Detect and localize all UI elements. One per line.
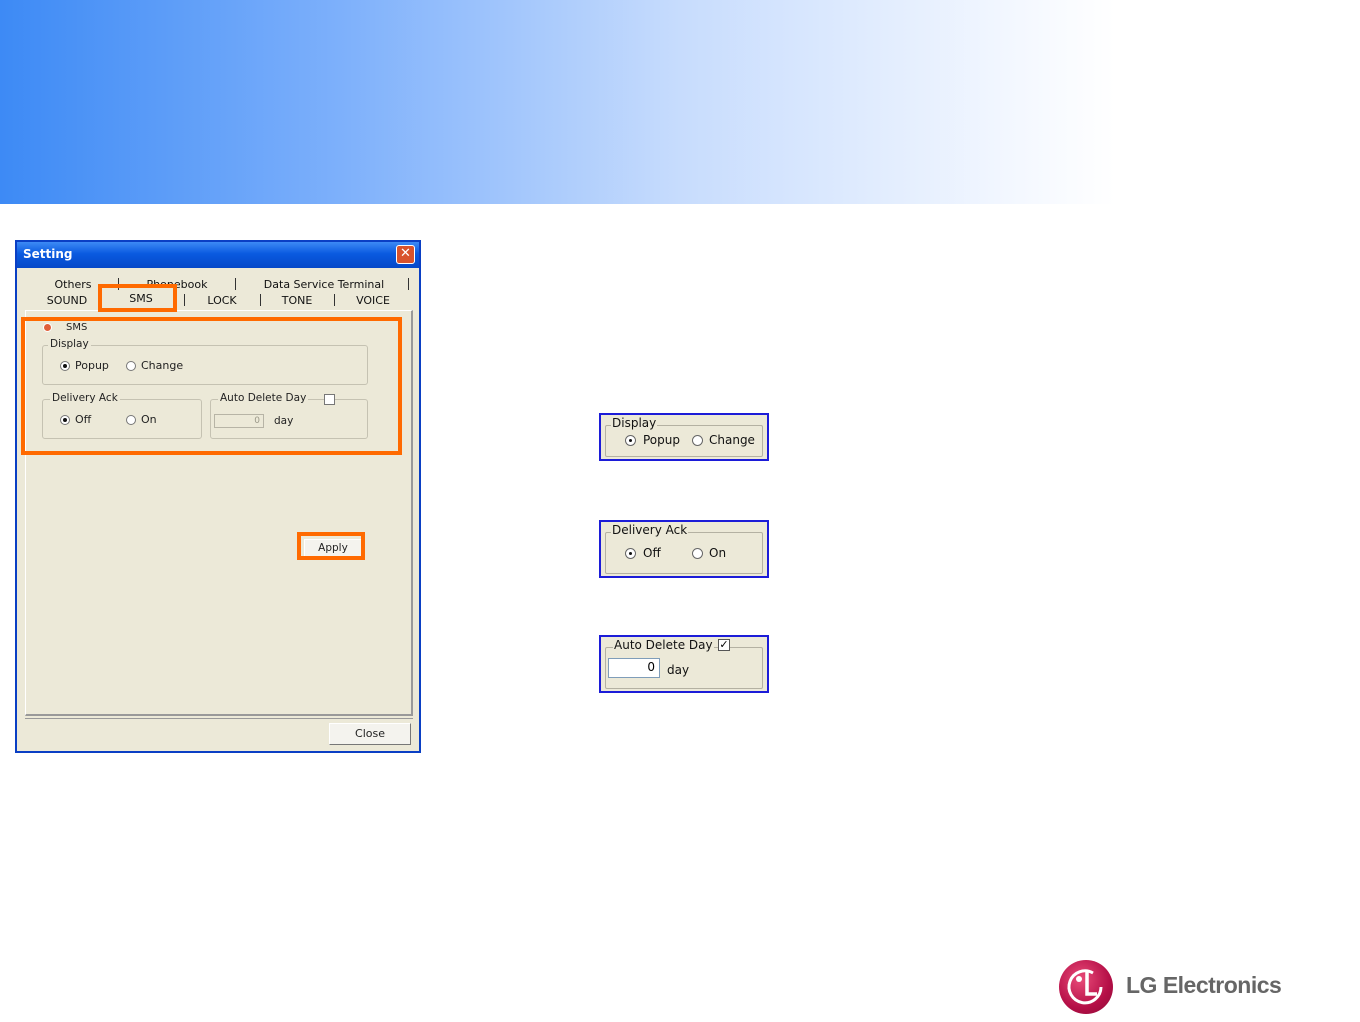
lg-logo-text: LG Electronics	[1126, 972, 1282, 998]
sms-tab-highlight	[98, 284, 177, 312]
tab-data-service-terminal[interactable]: Data Service Terminal	[257, 277, 391, 292]
tab-separator	[334, 294, 335, 306]
dialog-titlebar[interactable]: Setting ✕	[17, 242, 419, 268]
footer-divider	[25, 718, 413, 719]
tab-separator	[408, 278, 409, 290]
display-detail-popup-radio[interactable]	[625, 435, 636, 446]
close-button[interactable]: Close	[329, 723, 411, 745]
auto-delete-detail-input[interactable]: 0	[608, 658, 660, 678]
display-detail-label: Display	[611, 416, 658, 430]
lg-logo-icon	[1059, 960, 1113, 1014]
tab-tone[interactable]: TONE	[273, 293, 321, 308]
auto-delete-detail-panel: Auto Delete Day ✓ 0 day	[599, 635, 769, 693]
auto-delete-detail-label: Auto Delete Day	[613, 638, 714, 652]
delivery-ack-detail-on-radio[interactable]	[692, 548, 703, 559]
auto-delete-detail-unit: day	[667, 663, 690, 677]
tab-separator	[235, 278, 236, 290]
display-detail-panel: Display Popup Change	[599, 413, 769, 461]
header-banner	[0, 0, 1360, 204]
delivery-ack-detail-on-label: On	[709, 546, 727, 560]
delivery-ack-detail-off-label: Off	[643, 546, 661, 560]
tab-separator	[260, 294, 261, 306]
delivery-ack-detail-off-radio[interactable]	[625, 548, 636, 559]
sms-settings-highlight	[21, 317, 402, 455]
tab-sound[interactable]: SOUND	[41, 293, 93, 308]
close-icon[interactable]: ✕	[396, 245, 415, 264]
tab-separator	[184, 294, 185, 306]
tab-others[interactable]: Others	[47, 277, 99, 292]
delivery-ack-detail-label: Delivery Ack	[611, 523, 689, 537]
dialog-title: Setting	[23, 247, 73, 261]
tab-voice[interactable]: VOICE	[347, 293, 399, 308]
display-detail-change-radio[interactable]	[692, 435, 703, 446]
display-detail-popup-label: Popup	[643, 433, 680, 447]
apply-button-highlight	[297, 532, 365, 560]
delivery-ack-detail-panel: Delivery Ack Off On	[599, 520, 769, 578]
auto-delete-detail-checkbox[interactable]: ✓	[718, 639, 730, 651]
display-detail-change-label: Change	[709, 433, 755, 447]
tab-lock[interactable]: LOCK	[197, 293, 247, 308]
